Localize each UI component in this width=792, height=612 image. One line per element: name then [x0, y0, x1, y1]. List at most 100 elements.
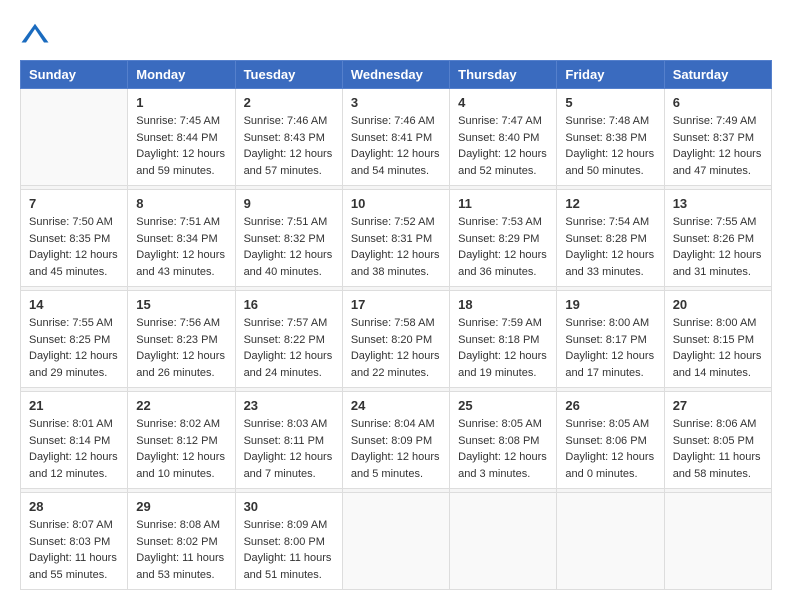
weekday-header-monday: Monday [128, 61, 235, 89]
day-number: 23 [244, 398, 334, 413]
day-cell: 11 Sunrise: 7:53 AM Sunset: 8:29 PM Dayli… [450, 190, 557, 287]
weekday-header-friday: Friday [557, 61, 664, 89]
day-number: 9 [244, 196, 334, 211]
day-cell [557, 493, 664, 590]
day-number: 20 [673, 297, 763, 312]
day-cell: 3 Sunrise: 7:46 AM Sunset: 8:41 PM Daylig… [342, 89, 449, 186]
day-number: 10 [351, 196, 441, 211]
day-number: 13 [673, 196, 763, 211]
day-cell: 6 Sunrise: 7:49 AM Sunset: 8:37 PM Daylig… [664, 89, 771, 186]
day-number: 18 [458, 297, 548, 312]
day-info: Sunrise: 7:52 AM Sunset: 8:31 PM Dayligh… [351, 214, 441, 280]
day-cell: 4Sunrise: 7:47 AM Sunset: 8:40 PM Daylig… [450, 89, 557, 186]
day-number: 17 [351, 297, 441, 312]
day-info: Sunrise: 7:59 AM Sunset: 8:18 PM Dayligh… [458, 315, 548, 381]
day-cell: 7 Sunrise: 7:50 AM Sunset: 8:35 PM Daylig… [21, 190, 128, 287]
day-info: Sunrise: 7:55 AM Sunset: 8:25 PM Dayligh… [29, 315, 119, 381]
day-number: 6 [673, 95, 763, 110]
day-number: 8 [136, 196, 226, 211]
day-cell: 21Sunrise: 8:01 AM Sunset: 8:14 PM Dayli… [21, 392, 128, 489]
logo-icon [20, 20, 50, 50]
day-info: Sunrise: 7:55 AM Sunset: 8:26 PM Dayligh… [673, 214, 763, 280]
week-row-2: 7 Sunrise: 7:50 AM Sunset: 8:35 PM Daylig… [21, 190, 772, 287]
day-number: 2 [244, 95, 334, 110]
day-cell: 29 Sunrise: 8:08 AM Sunset: 8:02 PM Dayli… [128, 493, 235, 590]
day-info: Sunrise: 7:50 AM Sunset: 8:35 PM Dayligh… [29, 214, 119, 280]
day-cell: 26 Sunrise: 8:05 AM Sunset: 8:06 PM Dayli… [557, 392, 664, 489]
day-cell [342, 493, 449, 590]
day-number: 12 [565, 196, 655, 211]
day-number: 25 [458, 398, 548, 413]
day-number: 15 [136, 297, 226, 312]
day-number: 29 [136, 499, 226, 514]
day-number: 27 [673, 398, 763, 413]
day-info: Sunrise: 7:46 AM Sunset: 8:43 PM Dayligh… [244, 113, 334, 179]
day-cell: 30Sunrise: 8:09 AM Sunset: 8:00 PM Dayli… [235, 493, 342, 590]
header [20, 20, 772, 50]
day-number: 28 [29, 499, 119, 514]
day-cell: 23 Sunrise: 8:03 AM Sunset: 8:11 PM Dayli… [235, 392, 342, 489]
day-info: Sunrise: 7:57 AM Sunset: 8:22 PM Dayligh… [244, 315, 334, 381]
day-number: 11 [458, 196, 548, 211]
day-number: 5 [565, 95, 655, 110]
day-info: Sunrise: 7:46 AM Sunset: 8:41 PM Dayligh… [351, 113, 441, 179]
day-cell [450, 493, 557, 590]
day-cell: 13 Sunrise: 7:55 AM Sunset: 8:26 PM Dayli… [664, 190, 771, 287]
weekday-header-tuesday: Tuesday [235, 61, 342, 89]
weekday-header-thursday: Thursday [450, 61, 557, 89]
week-row-4: 21Sunrise: 8:01 AM Sunset: 8:14 PM Dayli… [21, 392, 772, 489]
day-info: Sunrise: 7:56 AM Sunset: 8:23 PM Dayligh… [136, 315, 226, 381]
day-cell: 5 Sunrise: 7:48 AM Sunset: 8:38 PM Daylig… [557, 89, 664, 186]
day-cell: 1 Sunrise: 7:45 AM Sunset: 8:44 PM Daylig… [128, 89, 235, 186]
day-info: Sunrise: 8:00 AM Sunset: 8:17 PM Dayligh… [565, 315, 655, 381]
day-cell: 10 Sunrise: 7:52 AM Sunset: 8:31 PM Dayli… [342, 190, 449, 287]
day-cell: 25 Sunrise: 8:05 AM Sunset: 8:08 PM Dayli… [450, 392, 557, 489]
day-number: 16 [244, 297, 334, 312]
day-info: Sunrise: 7:53 AM Sunset: 8:29 PM Dayligh… [458, 214, 548, 280]
day-cell: 9Sunrise: 7:51 AM Sunset: 8:32 PM Daylig… [235, 190, 342, 287]
weekday-header-wednesday: Wednesday [342, 61, 449, 89]
day-info: Sunrise: 7:47 AM Sunset: 8:40 PM Dayligh… [458, 113, 548, 179]
day-cell [21, 89, 128, 186]
day-number: 3 [351, 95, 441, 110]
day-cell: 19 Sunrise: 8:00 AM Sunset: 8:17 PM Dayli… [557, 291, 664, 388]
day-number: 7 [29, 196, 119, 211]
day-info: Sunrise: 7:48 AM Sunset: 8:38 PM Dayligh… [565, 113, 655, 179]
day-info: Sunrise: 7:54 AM Sunset: 8:28 PM Dayligh… [565, 214, 655, 280]
day-cell [664, 493, 771, 590]
day-info: Sunrise: 8:03 AM Sunset: 8:11 PM Dayligh… [244, 416, 334, 482]
day-cell: 14 Sunrise: 7:55 AM Sunset: 8:25 PM Dayli… [21, 291, 128, 388]
day-info: Sunrise: 8:01 AM Sunset: 8:14 PM Dayligh… [29, 416, 119, 482]
day-cell: 16 Sunrise: 7:57 AM Sunset: 8:22 PM Dayli… [235, 291, 342, 388]
day-cell: 22Sunrise: 8:02 AM Sunset: 8:12 PM Dayli… [128, 392, 235, 489]
day-info: Sunrise: 8:08 AM Sunset: 8:02 PM Dayligh… [136, 517, 226, 583]
day-info: Sunrise: 8:05 AM Sunset: 8:06 PM Dayligh… [565, 416, 655, 482]
day-info: Sunrise: 8:05 AM Sunset: 8:08 PM Dayligh… [458, 416, 548, 482]
weekday-header-saturday: Saturday [664, 61, 771, 89]
day-number: 26 [565, 398, 655, 413]
day-cell: 12 Sunrise: 7:54 AM Sunset: 8:28 PM Dayli… [557, 190, 664, 287]
day-info: Sunrise: 7:45 AM Sunset: 8:44 PM Dayligh… [136, 113, 226, 179]
day-info: Sunrise: 7:49 AM Sunset: 8:37 PM Dayligh… [673, 113, 763, 179]
day-info: Sunrise: 8:04 AM Sunset: 8:09 PM Dayligh… [351, 416, 441, 482]
day-cell: 18 Sunrise: 7:59 AM Sunset: 8:18 PM Dayli… [450, 291, 557, 388]
day-info: Sunrise: 8:00 AM Sunset: 8:15 PM Dayligh… [673, 315, 763, 381]
logo [20, 20, 54, 50]
day-number: 1 [136, 95, 226, 110]
day-cell: 2 Sunrise: 7:46 AM Sunset: 8:43 PM Daylig… [235, 89, 342, 186]
day-number: 30 [244, 499, 334, 514]
day-number: 24 [351, 398, 441, 413]
day-cell: 17Sunrise: 7:58 AM Sunset: 8:20 PM Dayli… [342, 291, 449, 388]
day-number: 14 [29, 297, 119, 312]
week-row-1: 1 Sunrise: 7:45 AM Sunset: 8:44 PM Daylig… [21, 89, 772, 186]
day-info: Sunrise: 8:07 AM Sunset: 8:03 PM Dayligh… [29, 517, 119, 583]
day-cell: 8Sunrise: 7:51 AM Sunset: 8:34 PM Daylig… [128, 190, 235, 287]
weekday-header-sunday: Sunday [21, 61, 128, 89]
day-cell: 15 Sunrise: 7:56 AM Sunset: 8:23 PM Dayli… [128, 291, 235, 388]
day-cell: 20 Sunrise: 8:00 AM Sunset: 8:15 PM Dayli… [664, 291, 771, 388]
week-row-5: 28 Sunrise: 8:07 AM Sunset: 8:03 PM Dayli… [21, 493, 772, 590]
day-info: Sunrise: 8:06 AM Sunset: 8:05 PM Dayligh… [673, 416, 763, 482]
day-number: 19 [565, 297, 655, 312]
weekday-header-row: SundayMondayTuesdayWednesdayThursdayFrid… [21, 61, 772, 89]
calendar: SundayMondayTuesdayWednesdayThursdayFrid… [20, 60, 772, 590]
